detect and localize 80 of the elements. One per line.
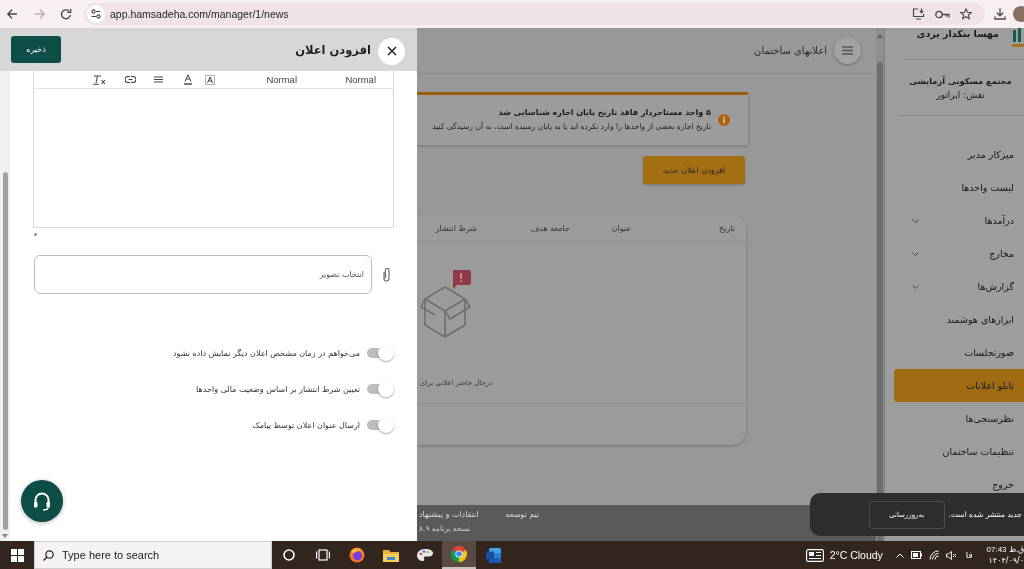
sidebar-item[interactable]: لیست واحدها: [894, 171, 1024, 204]
close-icon: [386, 46, 397, 56]
text-color-icon[interactable]: [184, 74, 192, 85]
folder-icon: [383, 548, 399, 562]
reload-icon[interactable]: [60, 8, 72, 20]
sidebar-item[interactable]: نظرسنجی‌ها: [894, 402, 1024, 435]
user-role: نقش: اپراتور: [936, 88, 985, 102]
wifi-icon[interactable]: [928, 550, 939, 560]
circle-icon: [283, 549, 295, 561]
menu-icon: [842, 46, 853, 55]
sidebar-item[interactable]: میزکار مدیر: [894, 138, 1024, 171]
close-button[interactable]: [378, 37, 405, 65]
chevron-down-icon: [912, 284, 919, 289]
toggle-label: می‌خواهم در زمان مشخص اعلان دیگر نمایش داده نشود: [173, 348, 360, 358]
sidebar-item[interactable]: ابزارهای هوشمند: [894, 303, 1024, 336]
search-placeholder: Type here to search: [62, 549, 160, 561]
align-icon[interactable]: [154, 76, 163, 83]
column-header: تاریخ: [718, 223, 735, 233]
sidebar-item[interactable]: درآمدها: [894, 204, 1024, 237]
column-header: جامعه هدف: [529, 223, 570, 233]
document-icon: [485, 547, 501, 563]
site-settings-icon[interactable]: [87, 5, 105, 23]
sidebar-item[interactable]: تابلو اعلانات: [894, 369, 1024, 402]
support-button[interactable]: [21, 480, 63, 522]
alert-title: ۵ واحد مستاجردار فاقد تاریخ پایان اجاره شناسایی شد: [497, 107, 711, 119]
clock-time[interactable]: ق.ظ 07:43: [986, 544, 1024, 555]
search-field[interactable]: Type here to search: [34, 541, 272, 569]
info-icon: [718, 114, 730, 126]
drawer-title: افزودن اعلان: [295, 42, 371, 57]
footer-link[interactable]: انتقادات و پیشنهاد: [419, 510, 479, 519]
building-name: مجتمع مسکونی آزمایشی: [909, 74, 1012, 88]
chevron-down-icon: [912, 218, 919, 223]
chevron-up-icon[interactable]: [895, 552, 904, 558]
address-bar[interactable]: app.hamsadeha.com/manager/1/news: [84, 3, 985, 25]
page-title: اعلانهای ساختمان: [754, 45, 827, 56]
profile-avatar[interactable]: [1013, 6, 1024, 22]
chevron-down-icon: [912, 251, 919, 256]
scrollbar[interactable]: [0, 71, 10, 541]
install-icon[interactable]: [912, 8, 925, 20]
toggle-switch[interactable]: [366, 381, 394, 397]
browser-icon: [451, 546, 467, 562]
sidebar-item[interactable]: مخارج: [894, 237, 1024, 270]
save-button[interactable]: ذخیره: [11, 35, 61, 63]
link-icon[interactable]: [125, 75, 136, 84]
language-indicator[interactable]: فا: [965, 550, 973, 560]
sidebar-item[interactable]: تنظیمات ساختمان: [894, 435, 1024, 468]
start-icon[interactable]: [10, 548, 24, 562]
palette-icon: [417, 548, 433, 562]
newspaper-icon[interactable]: [805, 548, 824, 562]
task-view-icon: [316, 549, 330, 561]
dot-icon: [34, 233, 37, 236]
image-field[interactable]: انتخاب تصویر: [34, 255, 372, 294]
toggle-switch[interactable]: [366, 345, 394, 361]
globe-icon: [349, 547, 365, 563]
key-icon[interactable]: [935, 9, 950, 19]
highlight-icon[interactable]: [205, 74, 215, 85]
user-name: مهسا بنکدار یزدی: [916, 28, 999, 40]
footer-link[interactable]: تیم توسعه: [505, 510, 540, 519]
paperclip-icon[interactable]: [382, 267, 391, 282]
column-header: شرط انتشار: [434, 223, 477, 233]
headset-icon: [32, 491, 52, 511]
toggle-switch[interactable]: [366, 417, 394, 433]
download-icon[interactable]: [994, 8, 1006, 20]
clock-date[interactable]: ۱۴۰۴/۰۹/۰: [988, 555, 1024, 566]
volume-muted-icon[interactable]: [945, 550, 957, 560]
toggle-label: تعیین شرط انتشار بر اساس وضعیت مالی واحدها: [196, 384, 360, 394]
logo-icon: [1012, 28, 1024, 48]
search-icon: [43, 549, 54, 561]
toggle-label: ارسال عنوان اعلان توسط پیامک: [252, 420, 360, 430]
battery-icon[interactable]: [910, 551, 922, 559]
format-dropdown[interactable]: Normal: [263, 74, 297, 85]
weather-text[interactable]: 2°C Cloudy: [829, 549, 883, 561]
clear-format-icon[interactable]: [93, 74, 106, 85]
sidebar-item[interactable]: صورتجلسات: [894, 336, 1024, 369]
format-dropdown[interactable]: Normal: [342, 74, 376, 85]
back-icon[interactable]: [6, 8, 18, 20]
sidebar-item[interactable]: گزارش‌ها: [894, 270, 1024, 303]
column-header: عنوان: [610, 223, 631, 233]
add-announcement-button[interactable]: افزودن اعلان جدید: [643, 156, 745, 184]
star-icon[interactable]: [960, 8, 972, 20]
